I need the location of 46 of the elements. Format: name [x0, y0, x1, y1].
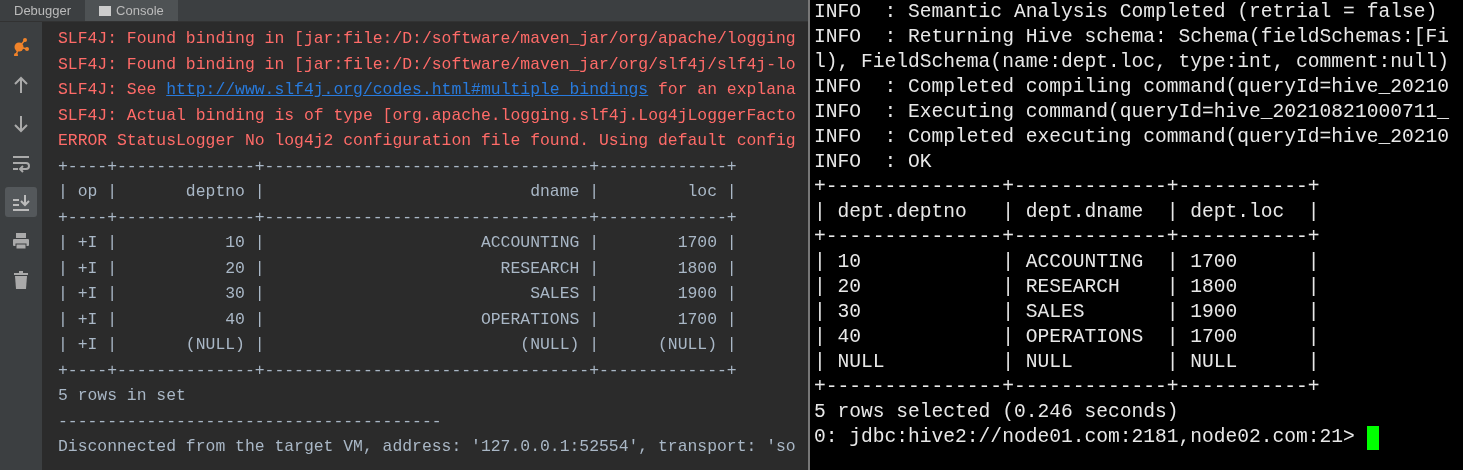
terminal-line: INFO : Executing command(queryId=hive_20210821000711_ [814, 100, 1450, 125]
output-line: Disconnected from the target VM, address: '127.0.0.1:52554', transport: 'so [58, 436, 797, 458]
text-cursor [1366, 425, 1379, 450]
output-line: --------------------------------------- [58, 410, 443, 433]
terminal-line: INFO : Completed executing command(queryId=hive_20210 [814, 125, 1450, 150]
terminal-line: INFO : Returning Hive schema: Schema(fieldSchemas:[Fi [814, 25, 1450, 50]
debug-nodes-icon [11, 36, 31, 56]
tool-button[interactable] [5, 187, 37, 217]
terminal-line: l), FieldSchema(name:dept.loc, type:int, comment:null) [814, 50, 1450, 75]
console-tab[interactable]: Debugger [0, 0, 86, 21]
terminal-line: +---------------+-------------+-----------+ [814, 175, 1321, 200]
terminal-line: | 40 | OPERATIONS | 1700 | [814, 325, 1321, 350]
print-icon [11, 231, 31, 251]
output-line: +----+--------------+---------------------------------+-------------+ [58, 206, 738, 229]
terminal-line: | 20 | RESEARCH | 1800 | [814, 275, 1321, 300]
output-line: +----+--------------+---------------------------------+-------------+ [58, 155, 738, 178]
log-line: SLF4J: Actual binding is of type [org.apache.logging.slf4j.Log4jLoggerFacto [58, 104, 797, 127]
log-line: SLF4J: Found binding in [jar:file:/D:/software/maven_jar/org/slf4j/slf4j-lo [58, 53, 797, 76]
terminal-line: 5 rows selected (0.246 seconds) [814, 400, 1180, 425]
scroll-to-end-icon [11, 192, 31, 212]
output-line: | +I | (NULL) | (NULL) | (NULL) | [58, 334, 738, 356]
trash-icon [11, 270, 31, 290]
log-line: SLF4J: Found binding in [jar:file:/D:/software/maven_jar/org/apache/logging [58, 28, 797, 50]
output-line: | +I | 30 | SALES | 1900 | [58, 283, 738, 305]
url-link[interactable]: http://www.slf4j.org/codes.html#multiple_bindings [166, 80, 649, 99]
terminal-line: | NULL | NULL | NULL | [814, 350, 1321, 375]
prompt-text: 0: jdbc:hive2://node01.com:2181,node02.com:21> [814, 425, 1355, 450]
terminal-line: INFO : Completed compiling command(queryId=hive_20210 [814, 75, 1450, 100]
log-line: ERROR StatusLogger No log4j2 configuration file found. Using default config [58, 130, 797, 152]
terminal-line: | 10 | ACCOUNTING | 1700 | [814, 250, 1321, 275]
output-line: | op | deptno | dname | loc | [58, 181, 738, 203]
soft-wrap-icon [11, 153, 31, 173]
console-tab[interactable]: Console [85, 0, 178, 21]
down-arrow-icon [11, 114, 31, 134]
output-line: | +I | 20 | RESEARCH | 1800 | [58, 257, 738, 280]
terminal-line: | 30 | SALES | 1900 | [814, 300, 1321, 325]
output-line: | +I | 10 | ACCOUNTING | 1700 | [58, 232, 738, 254]
output-line: 5 rows in set [58, 385, 187, 407]
log-line: SLF4J: See http://www.slf4j.org/codes.html#multiple_bindings for an explana [58, 79, 797, 101]
output-line: | +I | 40 | OPERATIONS | 1700 | [58, 308, 738, 331]
terminal-line: INFO : OK [814, 150, 933, 175]
terminal-line: +---------------+-------------+-----------+ [814, 375, 1321, 400]
terminal-line: | dept.deptno | dept.dname | dept.loc | [814, 200, 1321, 225]
terminal-line: INFO : Semantic Analysis Completed (retrial = false) [814, 0, 1439, 25]
output-line: +----+--------------+---------------------------------+-------------+ [58, 359, 738, 382]
terminal-line: +---------------+-------------+-----------+ [814, 225, 1321, 250]
